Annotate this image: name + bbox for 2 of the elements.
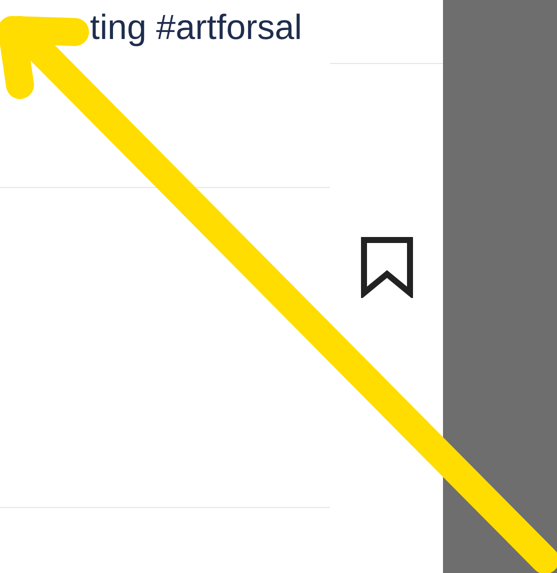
bookmark-icon[interactable] — [360, 236, 414, 298]
caption-text: ting #artforsal — [90, 8, 302, 47]
